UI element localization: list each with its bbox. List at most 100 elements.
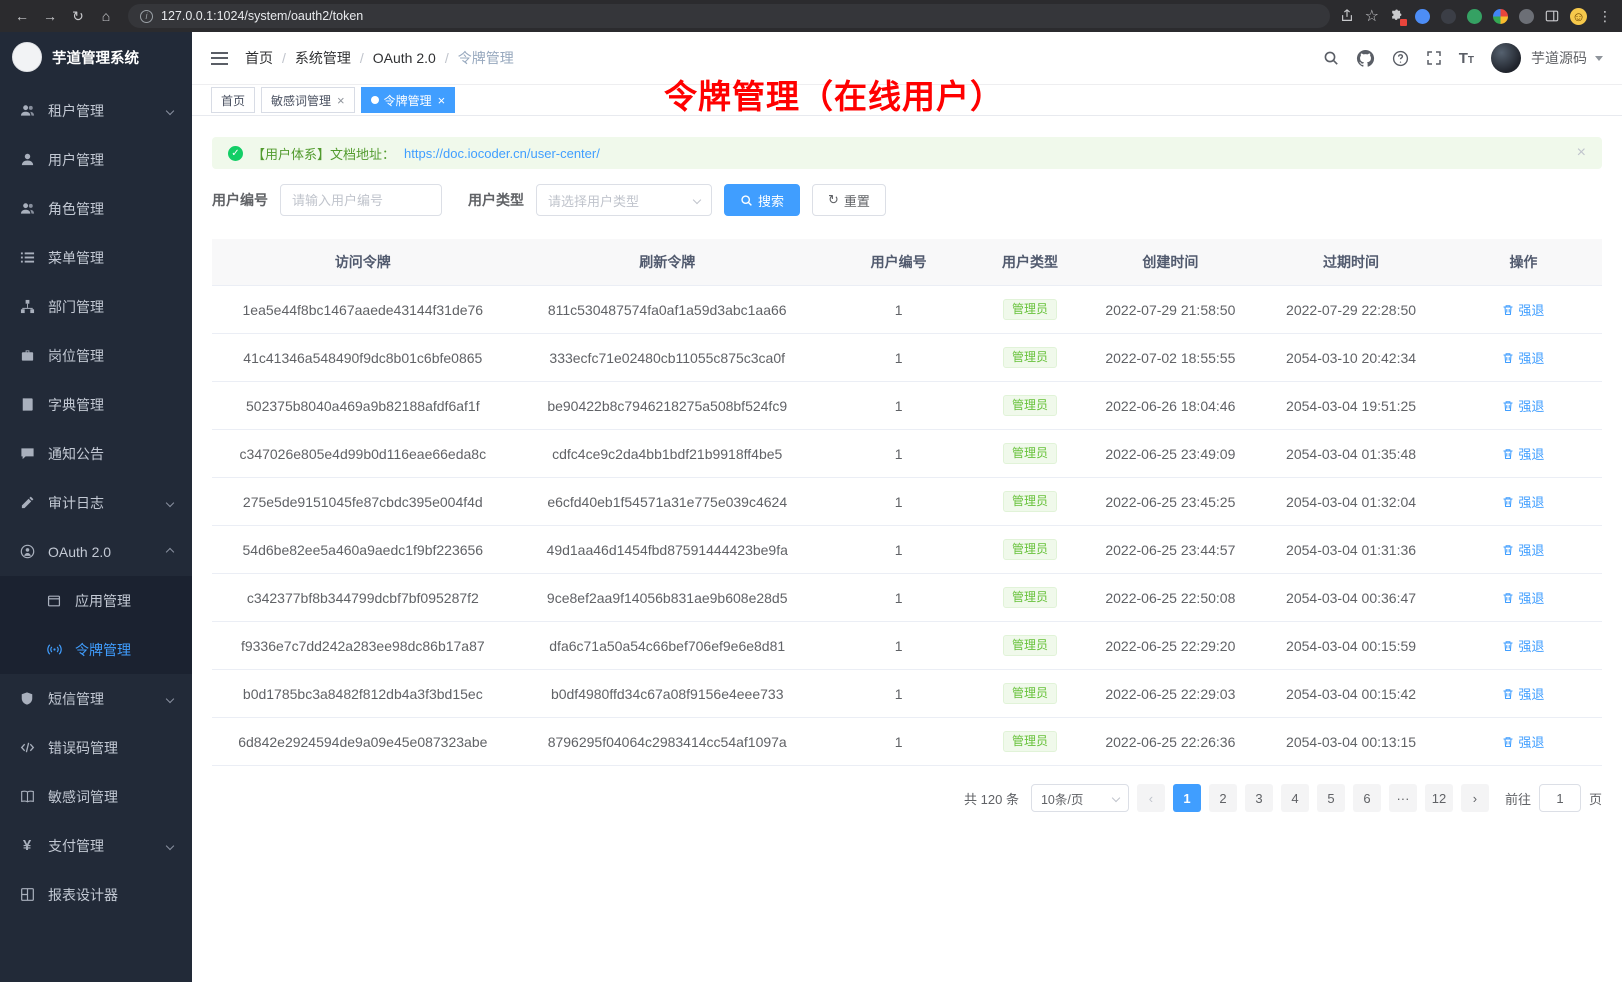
search-button[interactable]: 搜索 (724, 184, 800, 216)
force-logout-button[interactable]: 强退 (1502, 540, 1544, 559)
sidebar-item-dict[interactable]: 字典管理 (0, 380, 192, 429)
page-button-2[interactable]: 2 (1209, 784, 1237, 812)
cell-create-time: 2022-07-02 18:55:55 (1084, 334, 1258, 382)
browser-reload-icon[interactable]: ↻ (66, 5, 90, 27)
fullscreen-icon[interactable] (1426, 50, 1442, 66)
goto-page-input[interactable] (1539, 784, 1581, 812)
doc-link[interactable]: https://doc.iocoder.cn/user-center/ (404, 146, 600, 161)
bookmark-star-icon[interactable]: ☆ (1365, 6, 1379, 26)
sidebar-item-role[interactable]: 角色管理 (0, 184, 192, 233)
extension-puzzle-icon[interactable] (1493, 9, 1508, 24)
breadcrumb-oauth[interactable]: OAuth 2.0 (373, 50, 436, 66)
extension-gray-icon[interactable] (1519, 9, 1534, 24)
close-icon[interactable]: × (337, 94, 345, 107)
user-name[interactable]: 芋道源码 (1531, 48, 1587, 68)
app-logo-row[interactable]: 芋道管理系统 (0, 32, 192, 82)
page-button-5[interactable]: 5 (1317, 784, 1345, 812)
share-icon[interactable] (1340, 9, 1354, 23)
success-check-icon: ✓ (228, 146, 243, 161)
page-button-6[interactable]: 6 (1353, 784, 1381, 812)
breadcrumb-home[interactable]: 首页 (245, 48, 273, 68)
force-logout-button[interactable]: 强退 (1502, 492, 1544, 511)
sidebar-item-pay[interactable]: ¥ 支付管理 (0, 821, 192, 870)
user-circle-icon (19, 544, 35, 559)
sidebar-item-user[interactable]: 用户管理 (0, 135, 192, 184)
force-logout-button[interactable]: 强退 (1502, 396, 1544, 415)
page-size-select[interactable]: 10条/页 (1031, 784, 1129, 812)
cell-access-token: c342377bf8b344799dcbf7bf095287f2 (212, 574, 514, 622)
sidebar-collapse-icon[interactable] (211, 52, 228, 65)
sidebar-item-post[interactable]: 岗位管理 (0, 331, 192, 380)
extensions-icon[interactable] (1390, 9, 1404, 23)
cell-create-time: 2022-06-25 22:50:08 (1084, 574, 1258, 622)
close-icon[interactable]: × (438, 94, 446, 107)
help-icon[interactable] (1392, 50, 1409, 67)
force-logout-button[interactable]: 强退 (1502, 636, 1544, 655)
sidebar-item-dept[interactable]: 部门管理 (0, 282, 192, 331)
sidebar-item-menu[interactable]: 菜单管理 (0, 233, 192, 282)
book-icon (19, 397, 35, 412)
sidebar-item-oauth-token[interactable]: 令牌管理 (0, 625, 192, 674)
force-logout-button[interactable]: 强退 (1502, 348, 1544, 367)
force-logout-button[interactable]: 强退 (1502, 732, 1544, 751)
force-logout-button[interactable]: 强退 (1502, 444, 1544, 463)
breadcrumb-system[interactable]: 系统管理 (295, 48, 351, 68)
tab-sensitive-word[interactable]: 敏感词管理 × (261, 87, 355, 113)
sidebar-item-oauth-app[interactable]: 应用管理 (0, 576, 192, 625)
profile-avatar[interactable]: ☺ (1570, 8, 1587, 25)
extension-dark-icon[interactable] (1441, 9, 1456, 24)
browser-menu-icon[interactable]: ⋮ (1598, 8, 1612, 25)
extension-green-icon[interactable] (1467, 9, 1482, 24)
sidebar-item-report-designer[interactable]: 报表设计器 (0, 870, 192, 919)
alert-close-icon[interactable]: × (1577, 145, 1586, 161)
github-icon[interactable] (1356, 49, 1375, 68)
sidebar-item-sms[interactable]: 短信管理 (0, 674, 192, 723)
more-pages-button[interactable]: ··· (1389, 784, 1417, 812)
cell-refresh-token: be90422b8c7946218275a508bf524fc9 (514, 382, 821, 430)
cell-access-token: 1ea5e44f8bc1467aaede43144f31de76 (212, 286, 514, 334)
force-logout-button[interactable]: 强退 (1502, 684, 1544, 703)
user-type-badge: 管理员 (1003, 587, 1057, 608)
search-icon[interactable] (1323, 50, 1339, 66)
force-logout-button[interactable]: 强退 (1502, 588, 1544, 607)
select-placeholder: 请选择用户类型 (548, 191, 639, 210)
page-button-1[interactable]: 1 (1173, 784, 1201, 812)
browser-forward-icon[interactable]: → (38, 5, 62, 27)
force-logout-button[interactable]: 强退 (1502, 300, 1544, 319)
page-button-3[interactable]: 3 (1245, 784, 1273, 812)
browser-home-icon[interactable]: ⌂ (94, 5, 118, 27)
page-button-12[interactable]: 12 (1425, 784, 1453, 812)
table-row: 41c41346a548490f9dc8b01c6bfe0865 333ecfc… (212, 334, 1602, 382)
page-button-4[interactable]: 4 (1281, 784, 1309, 812)
cell-refresh-token: dfa6c71a50a54c66bef706ef9e6e8d81 (514, 622, 821, 670)
browser-back-icon[interactable]: ← (10, 5, 34, 27)
tab-home[interactable]: 首页 (211, 87, 255, 113)
cell-actions: 强退 (1445, 526, 1602, 574)
chevron-down-icon (1112, 794, 1120, 802)
sidebar-item-audit-log[interactable]: 审计日志 (0, 478, 192, 527)
cell-actions: 强退 (1445, 574, 1602, 622)
sidebar-item-error-code[interactable]: 错误码管理 (0, 723, 192, 772)
site-info-icon[interactable]: i (140, 10, 153, 23)
sidebar-item-notice[interactable]: 通知公告 (0, 429, 192, 478)
chevron-down-icon[interactable] (1595, 56, 1603, 61)
reset-button[interactable]: ↻ 重置 (812, 184, 886, 216)
user-id-input[interactable] (280, 184, 442, 216)
col-create-time: 创建时间 (1084, 239, 1258, 286)
browser-url-bar[interactable]: i 127.0.0.1:1024/system/oauth2/token (128, 4, 1330, 28)
sidebar-item-oauth[interactable]: OAuth 2.0 (0, 527, 192, 576)
user-avatar[interactable] (1491, 43, 1521, 73)
extension-blue-icon[interactable] (1415, 9, 1430, 24)
user-type-select[interactable]: 请选择用户类型 (536, 184, 712, 216)
doc-alert: ✓ 【用户体系】文档地址： https://doc.iocoder.cn/use… (212, 137, 1602, 169)
sidebar-item-sensitive-word[interactable]: 敏感词管理 (0, 772, 192, 821)
side-panel-icon[interactable] (1545, 9, 1559, 23)
chevron-down-icon (166, 498, 174, 506)
next-page-button[interactable]: › (1461, 784, 1489, 812)
cell-create-time: 2022-06-26 18:04:46 (1084, 382, 1258, 430)
prev-page-button[interactable]: ‹ (1137, 784, 1165, 812)
cell-user-type: 管理员 (976, 718, 1083, 766)
tab-token[interactable]: 令牌管理 × (361, 87, 456, 113)
font-size-icon[interactable]: TT (1459, 50, 1474, 67)
sidebar-item-tenant[interactable]: 租户管理 (0, 86, 192, 135)
